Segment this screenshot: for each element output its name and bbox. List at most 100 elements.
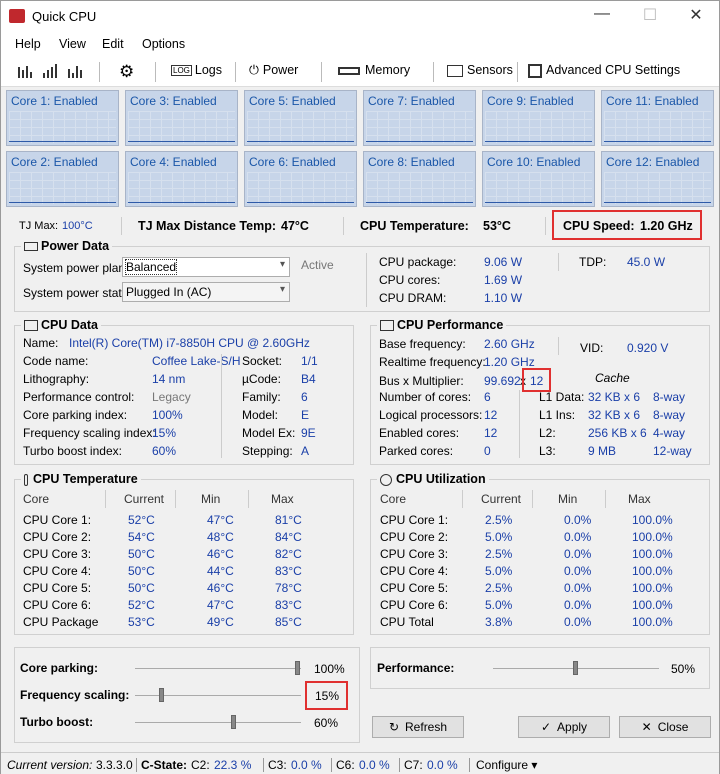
graph-grid <box>366 111 473 143</box>
table-cell: CPU Core 4: <box>23 564 92 578</box>
graph-line <box>9 141 116 142</box>
cpu-data-label: Lithography: <box>23 372 90 386</box>
table-cell: 2.5% <box>485 513 513 527</box>
power-button[interactable]: ⏻ Power <box>249 63 298 78</box>
cpu-data-label: Turbo boost index: <box>23 444 122 458</box>
graph-grid <box>247 172 354 204</box>
power-state-value: Plugged In (AC) <box>126 285 212 299</box>
table-cell: CPU Core 3: <box>380 547 449 561</box>
gear-icon[interactable]: ⚙ <box>119 62 134 82</box>
cpu-data-label: Core parking index: <box>23 408 128 422</box>
cache-assoc-value: 8-way <box>653 408 686 422</box>
cpu-temperature-title-text: CPU Temperature <box>33 472 138 486</box>
memory-button[interactable]: Memory <box>338 63 410 77</box>
core-label: Core 1: Enabled <box>11 94 98 108</box>
cpu-data-label: Model: <box>242 408 279 422</box>
bar-chart-2-icon[interactable] <box>42 64 58 81</box>
perf-label: Number of cores: <box>379 390 472 404</box>
cpu-temp-label: CPU Temperature: <box>360 219 469 233</box>
clock-icon <box>380 473 392 486</box>
table-cell: 83°C <box>275 598 302 612</box>
app-window: Quick CPU — ☐ ✕ Help View Edit Options ⚙… <box>0 0 720 774</box>
cores-power-label: CPU cores: <box>379 273 441 287</box>
apply-button[interactable]: ✓ Apply <box>518 716 610 738</box>
cache-assoc-value: 4-way <box>653 426 686 440</box>
cpu-data-value: E <box>301 408 310 422</box>
core-label: Core 7: Enabled <box>368 94 455 108</box>
bar-chart-icon[interactable] <box>17 64 33 81</box>
cpu-data-value: 15% <box>152 426 177 440</box>
core-graph: Core 10: Enabled <box>482 151 595 207</box>
turbo-boost-slider[interactable] <box>135 715 301 729</box>
minimize-button[interactable]: — <box>579 5 625 27</box>
core-graph: Core 7: Enabled <box>363 90 476 146</box>
tdp-label: TDP: <box>579 255 607 269</box>
bus-value: 99.692 <box>484 374 521 388</box>
cpu-data-value: 14 nm <box>152 372 186 386</box>
turbo-boost-thumb[interactable] <box>231 715 236 729</box>
cpu-data-value: 100% <box>152 408 183 422</box>
performance-slider[interactable] <box>493 661 659 675</box>
refresh-button[interactable]: ↻ Refresh <box>372 716 464 738</box>
cpu-data-label: Performance control: <box>23 390 135 404</box>
advanced-cpu-settings-button[interactable]: Advanced CPU Settings <box>528 63 680 78</box>
logs-button[interactable]: LOG Logs <box>171 63 222 77</box>
sensors-button[interactable]: Sensors <box>447 63 513 77</box>
table-cell: CPU Core 5: <box>23 581 92 595</box>
table-cell: 100.0% <box>632 615 673 629</box>
graph-grid <box>247 111 354 143</box>
chevron-down-icon: ▾ <box>279 284 285 295</box>
menu-view[interactable]: View <box>59 37 86 51</box>
sensors-icon <box>447 64 463 77</box>
menu-options[interactable]: Options <box>142 37 185 51</box>
table-cell: CPU Core 6: <box>380 598 449 612</box>
bar-chart-3-icon[interactable] <box>67 64 83 81</box>
configure-menu[interactable]: Configure ▾ <box>469 758 537 772</box>
c7-value: 0.0 % <box>427 758 458 772</box>
core-graph: Core 6: Enabled <box>244 151 357 207</box>
power-plan-dropdown[interactable]: Balanced ▾ <box>122 257 290 277</box>
perf-value: 0 <box>484 444 491 458</box>
table-cell: 0.0% <box>564 513 592 527</box>
graph-line <box>9 202 116 203</box>
cpu-data-value: B4 <box>301 372 316 386</box>
close-button[interactable]: ✕ Close <box>619 716 711 738</box>
graph-grid <box>604 172 711 204</box>
core-graph: Core 8: Enabled <box>363 151 476 207</box>
table-cell: CPU Core 1: <box>23 513 92 527</box>
table-cell: CPU Core 2: <box>23 530 92 544</box>
package-value: 9.06 W <box>484 255 523 269</box>
table-cell: 100.0% <box>632 530 673 544</box>
menu-help[interactable]: Help <box>15 37 41 51</box>
close-label: Close <box>657 720 689 734</box>
menu-edit[interactable]: Edit <box>102 37 124 51</box>
c7-label: C7: <box>399 758 423 772</box>
table-cell: CPU Core 5: <box>380 581 449 595</box>
table-cell: 52°C <box>128 598 155 612</box>
cpu-data-title: CPU Data <box>21 318 101 332</box>
realtime-freq-value: 1.20 GHz <box>484 355 535 369</box>
core-parking-slider[interactable] <box>135 661 301 675</box>
monitor-icon <box>24 320 38 332</box>
close-window-button[interactable]: ✕ <box>673 5 719 27</box>
distance-label: TJ Max Distance Temp: <box>138 219 277 233</box>
cache-assoc-value: 8-way <box>653 390 686 404</box>
graph-line <box>485 202 592 203</box>
c2-value: 22.3 % <box>214 758 252 772</box>
core-parking-thumb[interactable] <box>295 661 300 675</box>
freq-scaling-thumb[interactable] <box>159 688 164 702</box>
core-label: Core 8: Enabled <box>368 155 455 169</box>
performance-icon <box>380 320 394 332</box>
table-cell: 0.0% <box>564 564 592 578</box>
freq-scaling-slider[interactable] <box>135 688 301 702</box>
advanced-label: Advanced CPU Settings <box>546 63 681 77</box>
table-cell: 46°C <box>207 581 234 595</box>
graph-grid <box>604 111 711 143</box>
performance-thumb[interactable] <box>573 661 578 675</box>
cpu-utilization-title: CPU Utilization <box>377 472 489 486</box>
graph-grid <box>9 172 116 204</box>
maximize-button[interactable]: ☐ <box>627 5 673 27</box>
c2-label: C2: <box>191 758 210 772</box>
power-state-dropdown[interactable]: Plugged In (AC) ▾ <box>122 282 290 302</box>
cache-size-value: 32 KB x 6 <box>588 390 641 404</box>
